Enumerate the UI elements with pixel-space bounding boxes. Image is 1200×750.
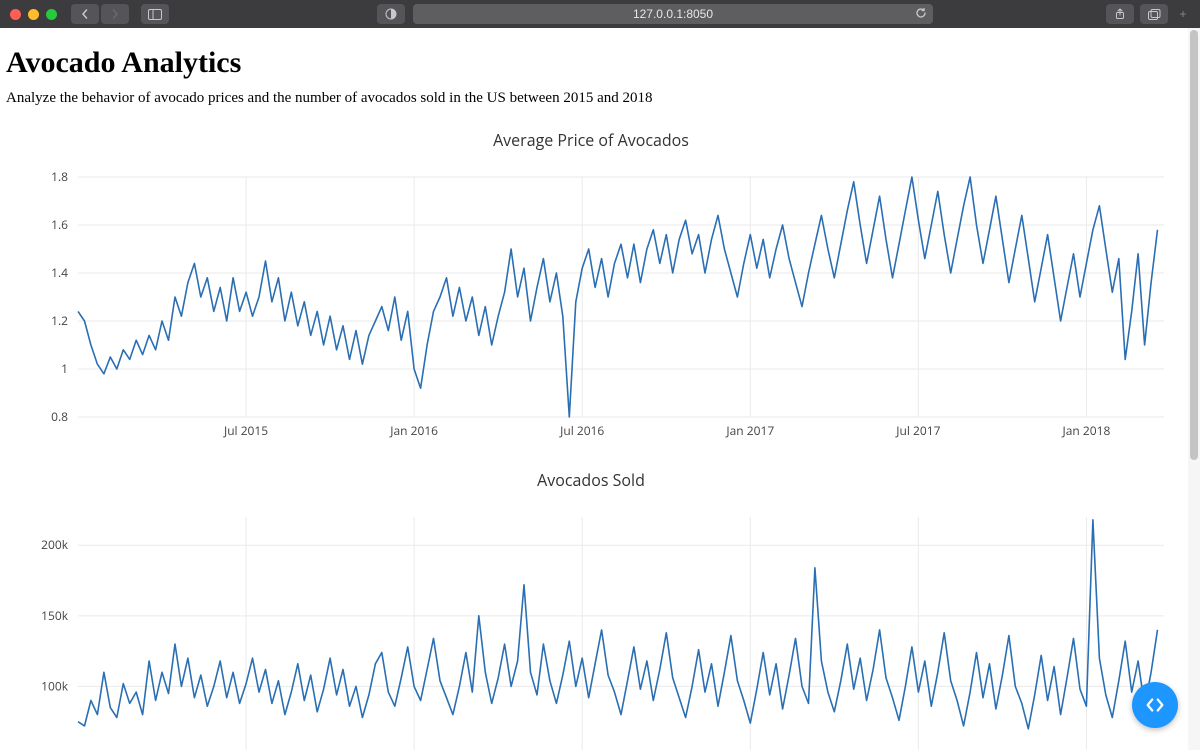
volume-chart-block: Avocados Sold 100k150k200kJul 2015Jan 20… — [6, 469, 1176, 750]
toolbar-right — [1106, 4, 1168, 24]
browser-toolbar: 127.0.0.1:8050 + — [0, 0, 1200, 28]
svg-text:1.4: 1.4 — [51, 264, 68, 281]
address-text: 127.0.0.1:8050 — [633, 7, 713, 21]
scrollbar-thumb[interactable] — [1190, 30, 1198, 460]
vertical-scrollbar[interactable] — [1188, 28, 1200, 750]
new-tab-button[interactable]: + — [1176, 7, 1190, 21]
svg-text:Jan 2018: Jan 2018 — [1062, 422, 1111, 439]
svg-text:100k: 100k — [41, 677, 69, 694]
nav-buttons — [71, 4, 129, 24]
page-content: Avocado Analytics Analyze the behavior o… — [0, 28, 1188, 750]
svg-text:1: 1 — [61, 360, 68, 377]
svg-text:150k: 150k — [41, 607, 69, 624]
svg-text:1.2: 1.2 — [51, 312, 68, 329]
price-chart-title: Average Price of Avocados — [6, 129, 1176, 151]
price-chart-block: Average Price of Avocados 0.8 1 1.2 1.4 1.6 1… — [6, 129, 1176, 447]
svg-text:Jul 2015: Jul 2015 — [223, 422, 268, 439]
svg-text:Jan 2016: Jan 2016 — [389, 422, 438, 439]
forward-button[interactable] — [101, 4, 129, 24]
back-button[interactable] — [71, 4, 99, 24]
svg-text:1.6: 1.6 — [51, 216, 68, 233]
svg-text:Jul 2016: Jul 2016 — [559, 422, 604, 439]
devtools-fab[interactable] — [1132, 682, 1178, 728]
minimize-window-icon[interactable] — [28, 9, 39, 20]
tabs-button[interactable] — [1140, 4, 1168, 24]
reload-icon[interactable] — [915, 7, 927, 22]
address-bar[interactable]: 127.0.0.1:8050 — [413, 4, 933, 24]
svg-text:200k: 200k — [41, 536, 69, 553]
sidebar-toggle-button[interactable] — [141, 4, 169, 24]
svg-text:1.8: 1.8 — [51, 168, 68, 185]
page-viewport: Avocado Analytics Analyze the behavior o… — [0, 28, 1200, 750]
page-title: Avocado Analytics — [6, 46, 1188, 80]
maximize-window-icon[interactable] — [46, 9, 57, 20]
svg-text:Jul 2017: Jul 2017 — [895, 422, 940, 439]
volume-chart-title: Avocados Sold — [6, 469, 1176, 491]
page-subtitle: Analyze the behavior of avocado prices a… — [6, 90, 1188, 107]
price-chart[interactable]: 0.8 1 1.2 1.4 1.6 1.8 Jul 2015 Jan 2016 Jul 2016… — [6, 157, 1176, 447]
share-button[interactable] — [1106, 4, 1134, 24]
svg-text:Jan 2017: Jan 2017 — [725, 422, 774, 439]
close-window-icon[interactable] — [10, 9, 21, 20]
volume-chart[interactable]: 100k150k200kJul 2015Jan 2016Jul 2016Jan … — [6, 497, 1176, 750]
svg-text:0.8: 0.8 — [51, 408, 68, 425]
reader-mode-button[interactable] — [377, 4, 405, 24]
window-controls — [10, 9, 57, 20]
